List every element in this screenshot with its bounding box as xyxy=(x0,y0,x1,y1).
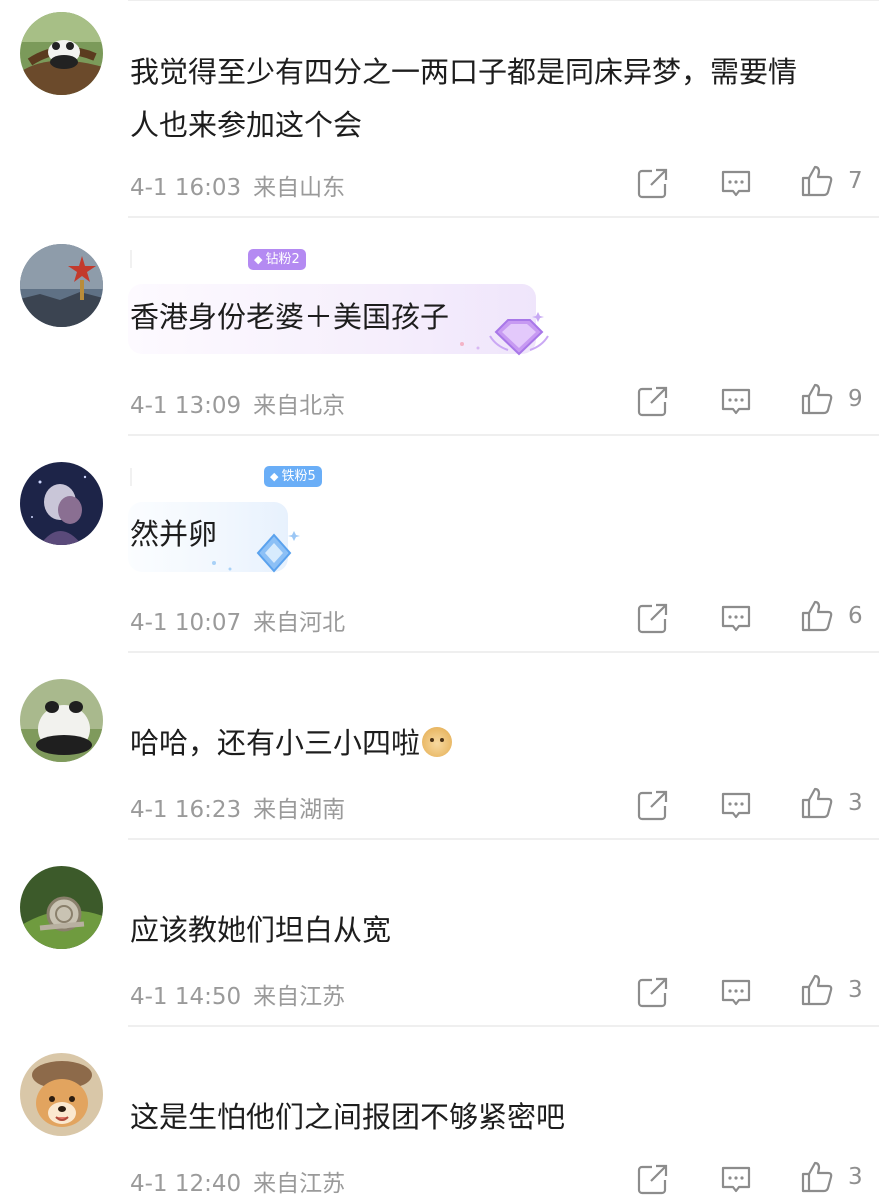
comment-text: 人也来参加这个会 xyxy=(130,108,363,142)
diamond-icon: ◆ xyxy=(254,253,263,266)
location: 来自河北 xyxy=(253,610,346,636)
share-icon[interactable] xyxy=(636,975,670,1009)
share-icon[interactable] xyxy=(636,166,670,200)
comment-text: 这是生怕他们之间报团不够紧密吧 xyxy=(130,1100,566,1134)
iron-fan-decoration-icon xyxy=(208,525,303,581)
comment-meta: 4-1 13:09 来自北京 xyxy=(130,386,345,420)
share-icon[interactable] xyxy=(636,601,670,635)
badge-label: 铁粉5 xyxy=(281,469,316,484)
comment-icon[interactable] xyxy=(719,1162,753,1196)
like-count: 3 xyxy=(848,1164,863,1190)
location: 来自北京 xyxy=(253,393,346,419)
comment-text-content: 哈哈，还有小三小四啦 xyxy=(130,726,421,760)
comment-meta: 4-1 14:50 来自江苏 xyxy=(130,977,345,1011)
comment-icon[interactable] xyxy=(719,975,753,1009)
comment-text: 哈哈，还有小三小四啦 xyxy=(130,716,453,770)
share-icon[interactable] xyxy=(636,384,670,418)
timestamp: 4-1 14:50 xyxy=(130,984,242,1010)
diamond-fan-decoration-icon xyxy=(456,306,551,366)
location: 来自江苏 xyxy=(253,984,346,1010)
thumbs-up-icon[interactable] xyxy=(800,382,834,416)
avatar[interactable] xyxy=(20,1053,103,1136)
comment-text: 然并卵 xyxy=(130,517,218,551)
like-count: 3 xyxy=(848,977,863,1003)
comment-icon[interactable] xyxy=(719,788,753,822)
divider xyxy=(128,651,879,653)
thumbs-up-icon[interactable] xyxy=(800,786,834,820)
like-count: 7 xyxy=(848,168,863,194)
timestamp: 4-1 16:23 xyxy=(130,797,242,823)
like-count: 3 xyxy=(848,790,863,816)
timestamp: 4-1 10:07 xyxy=(130,610,242,636)
comment-text: 香港身份老婆＋美国孩子 xyxy=(130,300,450,334)
username[interactable] xyxy=(130,250,132,268)
thumbs-up-icon[interactable] xyxy=(800,973,834,1007)
location: 来自山东 xyxy=(253,175,346,201)
comment-icon[interactable] xyxy=(719,601,753,635)
divider xyxy=(128,838,879,840)
divider xyxy=(128,1025,879,1027)
location: 来自湖南 xyxy=(253,797,346,823)
like-count: 9 xyxy=(848,386,863,412)
comment-text: 我觉得至少有四分之一两口子都是同床异梦，需要情 xyxy=(130,55,798,89)
comment-meta: 4-1 12:40 来自江苏 xyxy=(130,1164,345,1198)
comment-icon[interactable] xyxy=(719,166,753,200)
share-icon[interactable] xyxy=(636,788,670,822)
badge-label: 钻粉2 xyxy=(265,252,300,267)
comment-meta: 4-1 16:03 来自山东 xyxy=(130,168,345,202)
timestamp: 4-1 16:03 xyxy=(130,175,242,201)
avatar[interactable] xyxy=(20,12,103,95)
divider xyxy=(128,434,879,436)
avatar[interactable] xyxy=(20,462,103,545)
share-icon[interactable] xyxy=(636,1162,670,1196)
comment-meta: 4-1 16:23 来自湖南 xyxy=(130,790,345,824)
username[interactable] xyxy=(130,468,132,486)
comment-icon[interactable] xyxy=(719,384,753,418)
doge-emoji-icon xyxy=(422,727,453,757)
fan-badge[interactable]: ◆ 铁粉5 xyxy=(264,466,322,487)
timestamp: 4-1 13:09 xyxy=(130,393,242,419)
like-count: 6 xyxy=(848,603,863,629)
avatar[interactable] xyxy=(20,244,103,327)
avatar[interactable] xyxy=(20,866,103,949)
thumbs-up-icon[interactable] xyxy=(800,164,834,198)
divider xyxy=(128,216,879,218)
thumbs-up-icon[interactable] xyxy=(800,1160,834,1194)
comment-text: 应该教她们坦白从宽 xyxy=(130,913,392,947)
comment-meta: 4-1 10:07 来自河北 xyxy=(130,603,345,637)
top-divider xyxy=(0,0,879,2)
timestamp: 4-1 12:40 xyxy=(130,1171,242,1197)
thumbs-up-icon[interactable] xyxy=(800,599,834,633)
fan-badge[interactable]: ◆ 钻粉2 xyxy=(248,249,306,270)
iron-diamond-icon: ◆ xyxy=(270,470,279,483)
location: 来自江苏 xyxy=(253,1171,346,1197)
avatar[interactable] xyxy=(20,679,103,762)
